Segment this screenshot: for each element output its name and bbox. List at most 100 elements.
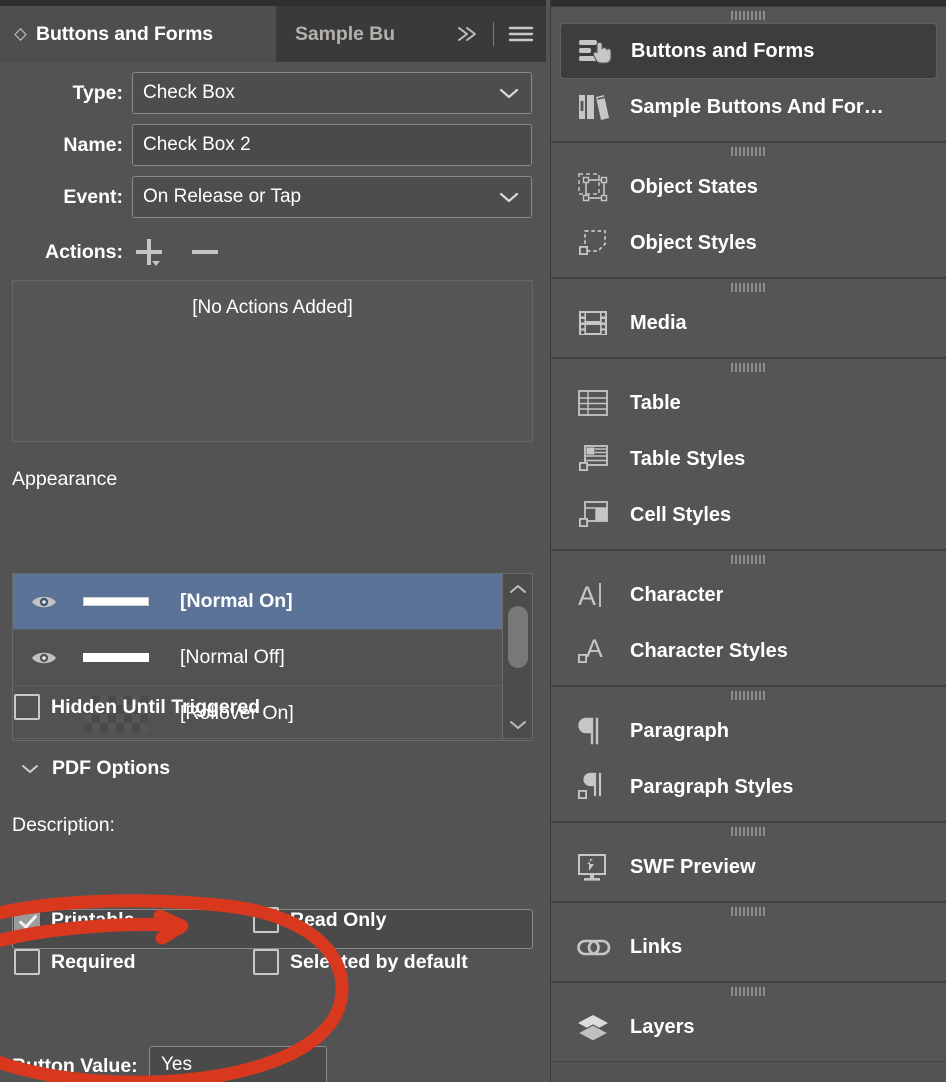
required-label: Required (51, 950, 136, 973)
dock-item-buttons-and-forms[interactable]: Buttons and Forms (560, 23, 937, 79)
actions-label: Actions: (45, 240, 123, 263)
buttons-forms-icon (577, 34, 621, 68)
dock-item-label: Table (630, 391, 681, 414)
appearance-scrollbar[interactable] (502, 574, 532, 740)
toolbar-divider (493, 22, 494, 46)
panel-body: Type: Check Box Name: Check Box 2 Event:… (0, 62, 546, 1082)
dock-group-grip[interactable] (551, 687, 946, 703)
dock-group-grip[interactable] (551, 143, 946, 159)
scrollbar-thumb[interactable] (508, 606, 528, 668)
description-label: Description: (12, 814, 115, 836)
double-chevron-right-icon[interactable] (453, 23, 481, 45)
appearance-thumbnail (68, 653, 164, 662)
svg-text:A: A (586, 635, 603, 663)
type-value: Check Box (143, 81, 235, 103)
appearance-row-label: [Normal On] (180, 590, 293, 612)
printable-row[interactable]: Printable (14, 907, 134, 933)
event-dropdown[interactable]: On Release or Tap (132, 176, 532, 218)
dock-group: Layers (551, 982, 946, 1062)
swf-preview-icon (576, 850, 620, 884)
dock-item-media[interactable]: Media (560, 295, 937, 351)
type-label: Type: (72, 81, 123, 104)
table-styles-icon (576, 442, 620, 476)
dock-item-label: Character (630, 583, 724, 606)
layers-icon (576, 1010, 620, 1044)
hidden-until-triggered-row[interactable]: Hidden Until Triggered (14, 694, 260, 720)
minus-icon[interactable] (188, 235, 222, 269)
required-checkbox[interactable] (14, 949, 40, 975)
dock-item-label: Object States (630, 175, 758, 198)
read-only-checkbox[interactable] (253, 907, 279, 933)
dock-item-character-styles[interactable]: A Character Styles (560, 623, 937, 679)
dock-group-grip[interactable] (551, 551, 946, 567)
tab-sample-buttons[interactable]: Sample Bu (277, 6, 416, 62)
type-dropdown[interactable]: Check Box (132, 72, 532, 114)
character-icon: A (576, 578, 620, 612)
actions-empty-text: [No Actions Added] (192, 297, 353, 318)
dock-item-label: Paragraph (630, 719, 729, 742)
chevron-down-icon (496, 188, 522, 206)
hidden-until-triggered-label: Hidden Until Triggered (51, 695, 261, 718)
sample-buttons-icon (576, 90, 620, 124)
dock-item-sample-buttons-and-forms[interactable]: Sample Buttons And For… (560, 79, 937, 135)
button-value-input[interactable]: Yes (149, 1046, 327, 1082)
tab-bar-controls (418, 6, 546, 62)
dock-item-table[interactable]: Table (560, 375, 937, 431)
pdf-options-header[interactable]: PDF Options (20, 757, 170, 780)
dock-item-paragraph[interactable]: Paragraph (560, 703, 937, 759)
dock-item-object-styles[interactable]: Object Styles (560, 215, 937, 271)
dock-item-label: Buttons and Forms (631, 39, 815, 62)
dock-item-character[interactable]: A Character (560, 567, 937, 623)
chevron-up-icon[interactable] (503, 576, 532, 602)
button-value-label: Button Value: (12, 1055, 138, 1077)
appearance-row-normal-off[interactable]: [Normal Off] (13, 630, 532, 686)
object-styles-icon (576, 226, 620, 260)
hidden-until-triggered-checkbox[interactable] (14, 694, 40, 720)
appearance-row-label: [Normal Off] (180, 646, 285, 668)
dock-item-label: Cell Styles (630, 503, 732, 526)
dock-item-layers[interactable]: Layers (560, 999, 937, 1055)
printable-checkbox[interactable] (14, 907, 40, 933)
panel-tab-bar: Buttons and Forms Sample Bu (0, 6, 546, 62)
dock-group: A Character A Character Styles (551, 550, 946, 686)
name-input[interactable]: Check Box 2 (132, 124, 532, 166)
chevron-down-icon[interactable] (20, 762, 40, 775)
panel-dock: Buttons and Forms Sample Buttons And For… (550, 0, 946, 1082)
dock-item-links[interactable]: Links (560, 919, 937, 975)
dock-group-grip[interactable] (551, 359, 946, 375)
dock-item-cell-styles[interactable]: Cell Styles (560, 487, 937, 543)
dock-item-paragraph-styles[interactable]: Paragraph Styles (560, 759, 937, 815)
event-value: On Release or Tap (143, 185, 302, 207)
dock-group-grip[interactable] (551, 7, 946, 23)
eye-icon[interactable] (29, 648, 59, 668)
dock-group: Buttons and Forms Sample Buttons And For… (551, 6, 946, 142)
selected-by-default-row[interactable]: Selected by default (253, 949, 468, 975)
character-styles-icon: A (576, 634, 620, 668)
actions-list[interactable]: [No Actions Added] (12, 280, 533, 442)
field-row-type: Type: Check Box (0, 72, 532, 114)
eye-icon[interactable] (29, 592, 59, 612)
dock-group: SWF Preview (551, 822, 946, 902)
pdf-options-title: PDF Options (52, 757, 171, 779)
plus-icon[interactable] (132, 235, 166, 269)
dock-item-object-states[interactable]: Object States (560, 159, 937, 215)
dock-item-swf-preview[interactable]: SWF Preview (560, 839, 937, 895)
dock-item-table-styles[interactable]: Table Styles (560, 431, 937, 487)
dock-group-grip[interactable] (551, 279, 946, 295)
read-only-label: Read Only (290, 908, 387, 931)
appearance-row-normal-on[interactable]: [Normal On] (13, 574, 532, 630)
dock-group-grip[interactable] (551, 983, 946, 999)
dock-item-label: Object Styles (630, 231, 757, 254)
read-only-row[interactable]: Read Only (253, 907, 386, 933)
dock-item-label: Media (630, 311, 687, 334)
required-row[interactable]: Required (14, 949, 136, 975)
panel-menu-icon[interactable] (506, 23, 536, 45)
dock-group-grip[interactable] (551, 903, 946, 919)
dock-item-label: Layers (630, 1015, 695, 1038)
selected-by-default-checkbox[interactable] (253, 949, 279, 975)
chevron-down-icon[interactable] (503, 712, 532, 738)
dock-group-grip[interactable] (551, 823, 946, 839)
tab-buttons-and-forms[interactable]: Buttons and Forms (0, 6, 276, 62)
event-label: Event: (63, 185, 123, 208)
media-filmstrip-icon (576, 306, 620, 340)
